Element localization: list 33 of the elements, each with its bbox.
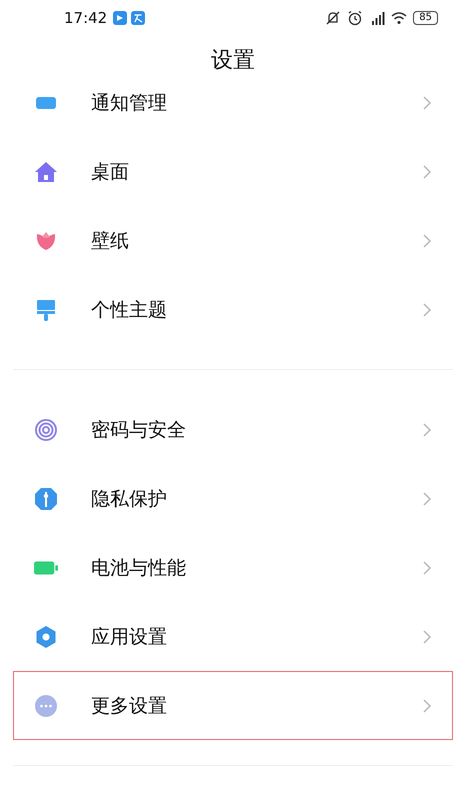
app-notification-icon [131, 10, 146, 24]
page-title: 设置 [211, 47, 255, 75]
settings-item[interactable]: 电池与性能 [13, 533, 453, 602]
settings-item[interactable]: 密码与安全 [13, 395, 453, 464]
more-icon [34, 694, 58, 718]
settings-item[interactable]: 壁纸 [13, 206, 453, 275]
chevron-icon [422, 302, 432, 318]
chevron-icon [422, 560, 432, 576]
fingerprint-icon [34, 418, 58, 442]
settings-item[interactable]: 隐私保护 [13, 464, 453, 533]
settings-item[interactable]: 个性主题 [13, 275, 453, 344]
paint-brush-icon [34, 298, 58, 322]
chevron-icon [422, 628, 432, 644]
home-icon [34, 160, 58, 184]
chevron-icon [422, 698, 432, 714]
chevron-icon [422, 94, 432, 110]
wifi-icon [391, 10, 408, 26]
gear-icon [34, 624, 58, 648]
battery-level: 85 [413, 10, 438, 24]
status-time: 17:42 [64, 8, 108, 26]
chevron-icon [422, 490, 432, 506]
settings-item[interactable]: 通知管理 [13, 85, 453, 137]
signal-icon [369, 10, 386, 26]
settings-item[interactable]: 更多设置 [13, 671, 453, 740]
chevron-icon [422, 422, 432, 438]
settings-item[interactable]: 桌面 [13, 137, 453, 206]
chevron-icon [422, 232, 432, 248]
muted-bell-icon [325, 10, 342, 26]
shield-icon [34, 486, 58, 510]
alarm-icon [347, 10, 364, 26]
settings-item[interactable]: 应用设置 [13, 602, 453, 671]
chevron-icon [422, 164, 432, 180]
app-notification-icon [113, 10, 128, 24]
